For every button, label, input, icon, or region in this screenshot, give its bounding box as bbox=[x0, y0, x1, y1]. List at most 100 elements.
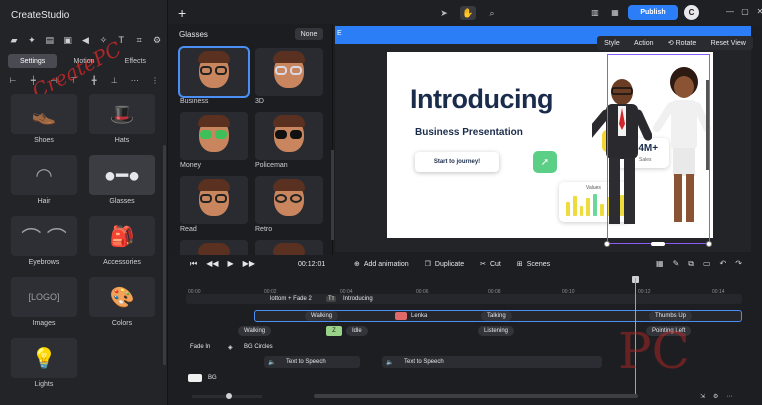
audio-icon[interactable]: ◀ bbox=[80, 34, 92, 46]
zoom-slider-knob[interactable] bbox=[226, 393, 232, 399]
category-lights[interactable]: 💡 Lights bbox=[11, 338, 77, 396]
glasses-option-retro[interactable]: Retro bbox=[255, 176, 323, 235]
glasses-option-more[interactable] bbox=[255, 240, 323, 255]
none-button[interactable]: None bbox=[295, 28, 323, 40]
glasses-option-business[interactable]: Business bbox=[178, 46, 250, 107]
canvas-area[interactable]: E Style Action ⟲ Rotate Reset View Intro… bbox=[335, 26, 753, 252]
align-center-h-icon[interactable]: ┿ bbox=[28, 75, 38, 85]
undo-icon[interactable]: ↶ bbox=[720, 259, 727, 269]
fit-icon[interactable]: ▭ bbox=[703, 259, 711, 269]
values-bar bbox=[579, 206, 584, 216]
glasses-option-more[interactable] bbox=[180, 240, 248, 255]
clip-walking[interactable]: Walking bbox=[238, 326, 272, 336]
tab-motion[interactable]: Motion bbox=[59, 54, 108, 68]
category-colors[interactable]: 🎨 Colors bbox=[89, 277, 155, 335]
timeline-ruler[interactable]: 00:00 00:02 00:04 00:06 00:08 00:10 00:1… bbox=[186, 282, 742, 295]
step-back-icon[interactable]: ◀◀ bbox=[206, 259, 218, 269]
sidebar-scrollbar[interactable] bbox=[163, 145, 166, 365]
save-icon[interactable]: ▦ bbox=[608, 6, 622, 20]
align-middle-icon[interactable]: ╋ bbox=[89, 75, 99, 85]
cut-button[interactable]: ✂ Cut bbox=[480, 260, 501, 269]
glasses-option-policeman[interactable]: Policeman bbox=[255, 112, 323, 171]
clip-text-to-speech-1[interactable]: 🔈 Text to Speech bbox=[264, 356, 360, 368]
duplicate-button[interactable]: ❐ Duplicate bbox=[425, 260, 464, 269]
category-label: Shoes bbox=[34, 137, 54, 144]
minimize-icon[interactable]: — bbox=[725, 5, 735, 17]
slide-cta-button[interactable]: Start to journey! bbox=[415, 152, 499, 172]
panel-icon[interactable]: ▥ bbox=[588, 6, 602, 20]
character-icon[interactable]: ✦ bbox=[26, 34, 38, 46]
add-animation-button[interactable]: ⊕ Add animation bbox=[354, 260, 409, 269]
track-character-1[interactable]: Walking Lenka Talking Thumbs Up bbox=[254, 310, 742, 322]
glasses-scrollbar[interactable] bbox=[331, 150, 334, 240]
scenes-button[interactable]: ⊞ Scenes bbox=[517, 260, 550, 269]
add-icon[interactable]: + bbox=[178, 5, 186, 21]
option-label: 3D bbox=[255, 98, 264, 105]
menu-reset-view[interactable]: Reset View bbox=[711, 40, 746, 47]
align-top-icon[interactable]: ⊤ bbox=[69, 75, 79, 85]
align-right-icon[interactable]: ⊣ bbox=[49, 75, 59, 85]
category-images[interactable]: [LOGO] Images bbox=[11, 277, 77, 335]
resize-handle[interactable] bbox=[706, 241, 712, 247]
timeline-scrollbar[interactable] bbox=[314, 394, 638, 398]
publish-button[interactable]: Publish bbox=[628, 5, 678, 20]
bulb-icon: 💡 bbox=[11, 338, 77, 378]
folder-icon[interactable]: ▰ bbox=[8, 34, 20, 46]
settings-icon[interactable]: ⚙ bbox=[713, 393, 718, 400]
distribute-v-icon[interactable]: ⋮ bbox=[150, 75, 160, 85]
keyframe-marker[interactable]: Z bbox=[326, 326, 342, 336]
category-hair[interactable]: ◠ Hair bbox=[11, 155, 77, 213]
more-icon[interactable]: ⋯ bbox=[726, 393, 732, 400]
glasses-option-read[interactable]: Read bbox=[180, 176, 248, 235]
menu-action[interactable]: Action bbox=[634, 40, 653, 47]
gear-icon[interactable]: ⚙ bbox=[151, 34, 163, 46]
redo-icon[interactable]: ↷ bbox=[735, 259, 742, 269]
selection-box[interactable] bbox=[607, 54, 710, 244]
slide-title[interactable]: Introducing bbox=[410, 84, 553, 115]
clip-listening[interactable]: Listening bbox=[478, 326, 515, 336]
pointer-icon[interactable]: ➤ bbox=[436, 6, 452, 20]
maximize-icon[interactable]: ▢ bbox=[740, 5, 750, 17]
play-icon[interactable]: ▶ bbox=[228, 259, 234, 269]
layers-icon[interactable]: ▤ bbox=[44, 34, 56, 46]
step-forward-icon[interactable]: ▶▶ bbox=[243, 259, 255, 269]
slide-subtitle[interactable]: Business Presentation bbox=[415, 127, 523, 138]
align-bottom-icon[interactable]: ⊥ bbox=[109, 75, 119, 85]
magic-icon[interactable]: ✧ bbox=[97, 34, 109, 46]
clip-walking[interactable]: Walking bbox=[305, 311, 339, 321]
tab-effects[interactable]: Effects bbox=[111, 54, 160, 68]
glasses-option-money[interactable]: Money bbox=[180, 112, 248, 171]
category-shoes[interactable]: 👞 Shoes bbox=[11, 94, 77, 152]
crop-icon[interactable]: ⌗ bbox=[133, 34, 145, 46]
distribute-h-icon[interactable]: ⋯ bbox=[130, 75, 140, 85]
menu-style[interactable]: Style bbox=[604, 40, 620, 47]
resize-handle[interactable] bbox=[604, 241, 610, 247]
skip-start-icon[interactable]: ⏮ bbox=[190, 259, 197, 269]
track-text[interactable]: lottom + Fade 2 Tт Introducing bbox=[186, 294, 742, 304]
tab-settings[interactable]: Settings bbox=[8, 54, 58, 68]
grid-icon[interactable]: ▦ bbox=[656, 259, 664, 269]
close-icon[interactable]: ✕ bbox=[755, 5, 762, 17]
category-hats[interactable]: 🎩 Hats bbox=[89, 94, 155, 152]
align-left-icon[interactable]: ⊢ bbox=[8, 75, 18, 85]
clip-idle[interactable]: Idle bbox=[346, 326, 368, 336]
category-accessories[interactable]: 🎒 Accessories bbox=[89, 216, 155, 274]
hand-icon[interactable]: ✋ bbox=[460, 6, 476, 20]
image-icon[interactable]: ▣ bbox=[62, 34, 74, 46]
clip-label: BG bbox=[208, 375, 217, 381]
account-logo[interactable]: C bbox=[684, 5, 699, 20]
menu-rotate[interactable]: ⟲ Rotate bbox=[668, 39, 696, 47]
glasses-option-3d[interactable]: 3D bbox=[255, 48, 323, 107]
text-icon[interactable]: T bbox=[115, 34, 127, 46]
zoom-icon[interactable]: ⌕ bbox=[484, 6, 500, 20]
category-glasses[interactable]: ●━● Glasses bbox=[89, 155, 155, 213]
resize-handle[interactable] bbox=[651, 242, 665, 246]
expand-icon[interactable]: ⇲ bbox=[700, 393, 705, 400]
category-eyebrows[interactable]: ⌒ ⌒ Eyebrows bbox=[11, 216, 77, 274]
clip-talking[interactable]: Talking bbox=[481, 311, 512, 321]
split-icon[interactable]: ⧉ bbox=[688, 259, 694, 269]
clip-thumbs-up[interactable]: Thumbs Up bbox=[649, 311, 693, 321]
canvas-scrollbar[interactable] bbox=[706, 80, 709, 170]
clip-text-to-speech-2[interactable]: 🔈 Text to Speech bbox=[382, 356, 602, 368]
marker-icon[interactable]: ✎ bbox=[673, 259, 680, 269]
